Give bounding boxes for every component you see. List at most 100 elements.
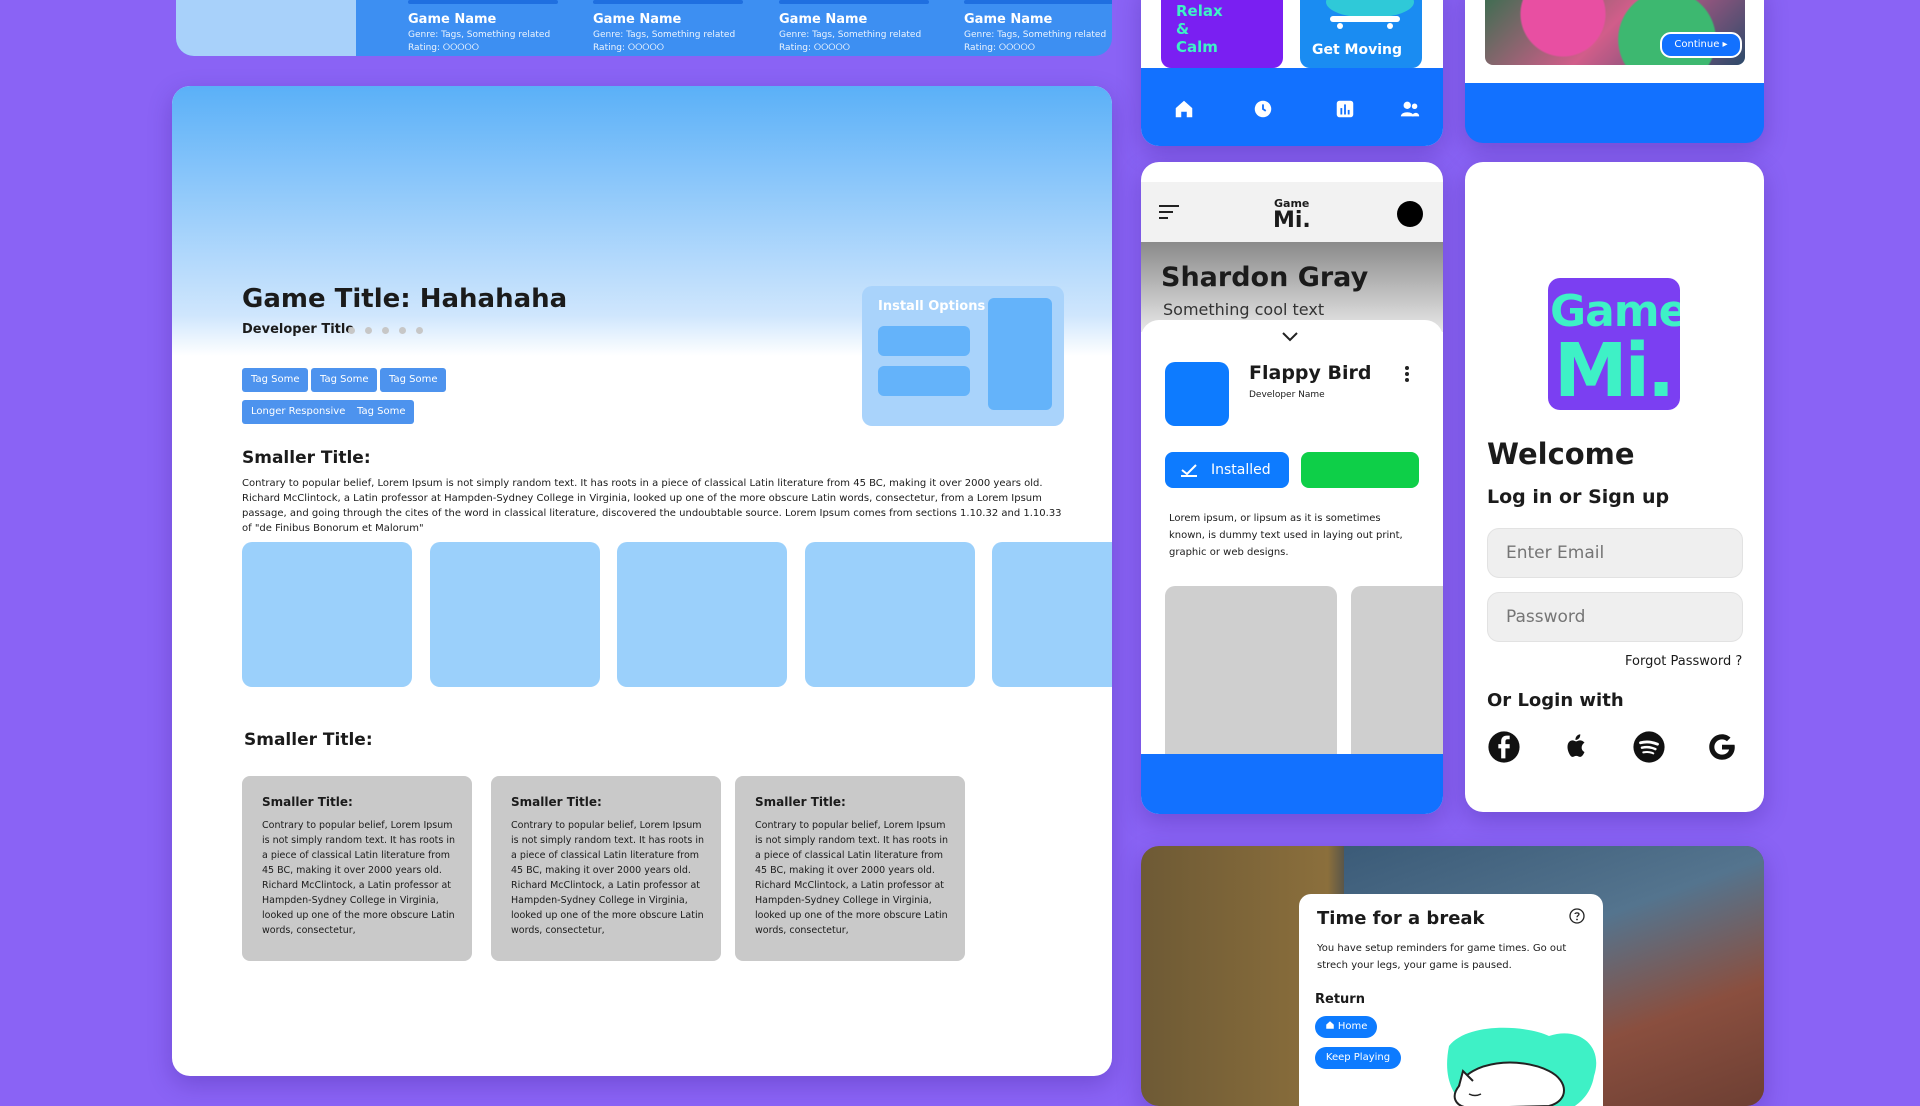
info-card-title: Smaller Title:	[262, 795, 353, 809]
game-genre: Genre: Tags, Something related	[964, 30, 1107, 40]
game-list-item[interactable]: Game Name Genre: Tags, Something related…	[408, 0, 588, 53]
game-artwork: Continue ▸	[1485, 0, 1745, 65]
game-list-item[interactable]: Game Name Genre: Tags, Something related…	[964, 0, 1112, 53]
profile-banner: Shardon Gray Something cool text	[1141, 242, 1443, 332]
game-name: Game Name	[408, 12, 497, 27]
tile-label: Relax	[1176, 2, 1223, 20]
game-list-item[interactable]: Game Name Genre: Tags, Something related…	[779, 0, 959, 53]
install-options-panel: Install Options	[862, 286, 1064, 426]
continue-game-card: Continue ▸	[1465, 0, 1764, 143]
install-preview	[988, 298, 1052, 410]
sleeping-cat-illustration	[1447, 1027, 1597, 1106]
section-title: Smaller Title:	[244, 730, 373, 750]
app-screenshot[interactable]	[1351, 586, 1443, 756]
strip-left-panel	[176, 0, 356, 56]
game-thumb-edge	[408, 0, 558, 4]
email-field[interactable]	[1487, 528, 1743, 578]
skate-illustration	[1326, 0, 1414, 29]
google-icon[interactable]	[1705, 730, 1739, 764]
card-surface: Continue ▸	[1465, 0, 1764, 83]
mobile-home-screen: Relax & Calm Get Moving	[1141, 0, 1443, 146]
rating-dot	[416, 327, 423, 334]
page-title: Game Title: Hahahaha	[242, 284, 568, 314]
apple-icon[interactable]	[1559, 730, 1593, 764]
app-icon	[1165, 362, 1229, 426]
spotify-icon[interactable]	[1632, 730, 1666, 764]
popup-description: You have setup reminders for game times.…	[1317, 943, 1567, 971]
or-login-heading: Or Login with	[1487, 690, 1624, 711]
keep-playing-button[interactable]: Keep Playing	[1315, 1047, 1401, 1069]
clock-icon[interactable]	[1252, 98, 1274, 120]
info-card-body: Contrary to popular belief, Lorem Ipsum …	[755, 820, 949, 936]
app-detail-screen: Game Mi. Shardon Gray Something cool tex…	[1141, 162, 1443, 814]
forgot-password-link[interactable]: Forgot Password ?	[1625, 654, 1742, 669]
install-options-label: Install Options	[878, 299, 986, 314]
check-icon	[1181, 464, 1197, 477]
menu-icon[interactable]	[1159, 204, 1179, 220]
tag-chip[interactable]: Longer Responsive	[242, 400, 355, 424]
rating-dot	[382, 327, 389, 334]
tile-label: Get Moving	[1312, 42, 1403, 58]
tag-chip[interactable]: Tag Some	[348, 400, 415, 424]
friends-icon[interactable]	[1399, 98, 1421, 120]
screenshot-thumb[interactable]	[992, 542, 1112, 687]
game-rating: Rating: ⭘⭘⭘⭘⭘	[779, 43, 850, 53]
tag-chip[interactable]: Tag Some	[242, 368, 309, 392]
game-thumb-edge	[593, 0, 743, 4]
game-list-strip: Game Name Genre: Tags, Something related…	[176, 0, 1112, 56]
info-card-body: Contrary to popular belief, Lorem Ipsum …	[511, 820, 705, 936]
app-logo: Game Mi.	[1548, 278, 1680, 410]
install-option-button[interactable]	[878, 326, 970, 356]
facebook-icon[interactable]	[1487, 730, 1521, 764]
screenshot-thumb[interactable]	[430, 542, 600, 687]
continue-button[interactable]: Continue ▸	[1660, 32, 1742, 58]
more-options-icon[interactable]	[1405, 366, 1409, 382]
bottom-nav	[1141, 68, 1443, 146]
tag-chip[interactable]: Tag Some	[380, 368, 447, 392]
avatar[interactable]	[1397, 201, 1423, 227]
game-list-item[interactable]: Game Name Genre: Tags, Something related…	[593, 0, 773, 53]
game-name: Game Name	[779, 12, 868, 27]
get-moving-tile[interactable]: Get Moving	[1300, 0, 1422, 68]
installed-button[interactable]: Installed	[1165, 452, 1289, 488]
game-detail-page: Game Title: Hahahaha Developer Title Tag…	[172, 86, 1112, 1076]
section-title: Smaller Title:	[242, 448, 371, 468]
chevron-down-icon[interactable]	[1282, 332, 1298, 342]
installed-label: Installed	[1211, 462, 1271, 478]
logo-bottom-text: Mi.	[1554, 328, 1675, 410]
game-genre: Genre: Tags, Something related	[408, 30, 551, 40]
developer-title: Developer Title	[242, 322, 355, 337]
game-rating: Rating: ⭘⭘⭘⭘⭘	[964, 43, 1035, 53]
password-field[interactable]	[1487, 592, 1743, 642]
app-screenshot[interactable]	[1165, 586, 1337, 756]
logo-big-text: Mi.	[1273, 208, 1311, 233]
app-name: Flappy Bird	[1249, 362, 1372, 384]
screenshot-thumb[interactable]	[242, 542, 412, 687]
tag-chip[interactable]: Tag Some	[311, 368, 378, 392]
login-subtitle: Log in or Sign up	[1487, 486, 1670, 508]
chart-icon[interactable]	[1334, 98, 1356, 120]
home-icon[interactable]	[1173, 98, 1195, 120]
install-option-button[interactable]	[878, 366, 970, 396]
info-card-body: Contrary to popular belief, Lorem Ipsum …	[262, 820, 456, 936]
game-description: Contrary to popular belief, Lorem Ipsum …	[242, 478, 1062, 534]
continue-label: Continue	[1674, 39, 1720, 50]
help-icon[interactable]	[1569, 908, 1585, 924]
screenshot-thumb[interactable]	[805, 542, 975, 687]
app-developer: Developer Name	[1249, 390, 1325, 400]
screenshot-thumb[interactable]	[617, 542, 787, 687]
game-name: Game Name	[593, 12, 682, 27]
popup-title: Time for a break	[1317, 908, 1485, 929]
info-card: Smaller Title: Contrary to popular belie…	[242, 776, 472, 961]
info-card-title: Smaller Title:	[511, 795, 602, 809]
info-card: Smaller Title: Contrary to popular belie…	[491, 776, 721, 961]
info-card-title: Smaller Title:	[755, 795, 846, 809]
home-button[interactable]: Home	[1315, 1016, 1377, 1038]
relax-calm-tile[interactable]: Relax & Calm	[1161, 0, 1283, 68]
game-rating: Rating: ⭘⭘⭘⭘⭘	[593, 43, 664, 53]
home-icon	[1325, 1021, 1334, 1029]
play-button[interactable]	[1301, 452, 1419, 488]
break-popup: Time for a break You have setup reminder…	[1299, 894, 1603, 1106]
rating-dot	[348, 327, 355, 334]
game-name: Game Name	[964, 12, 1053, 27]
